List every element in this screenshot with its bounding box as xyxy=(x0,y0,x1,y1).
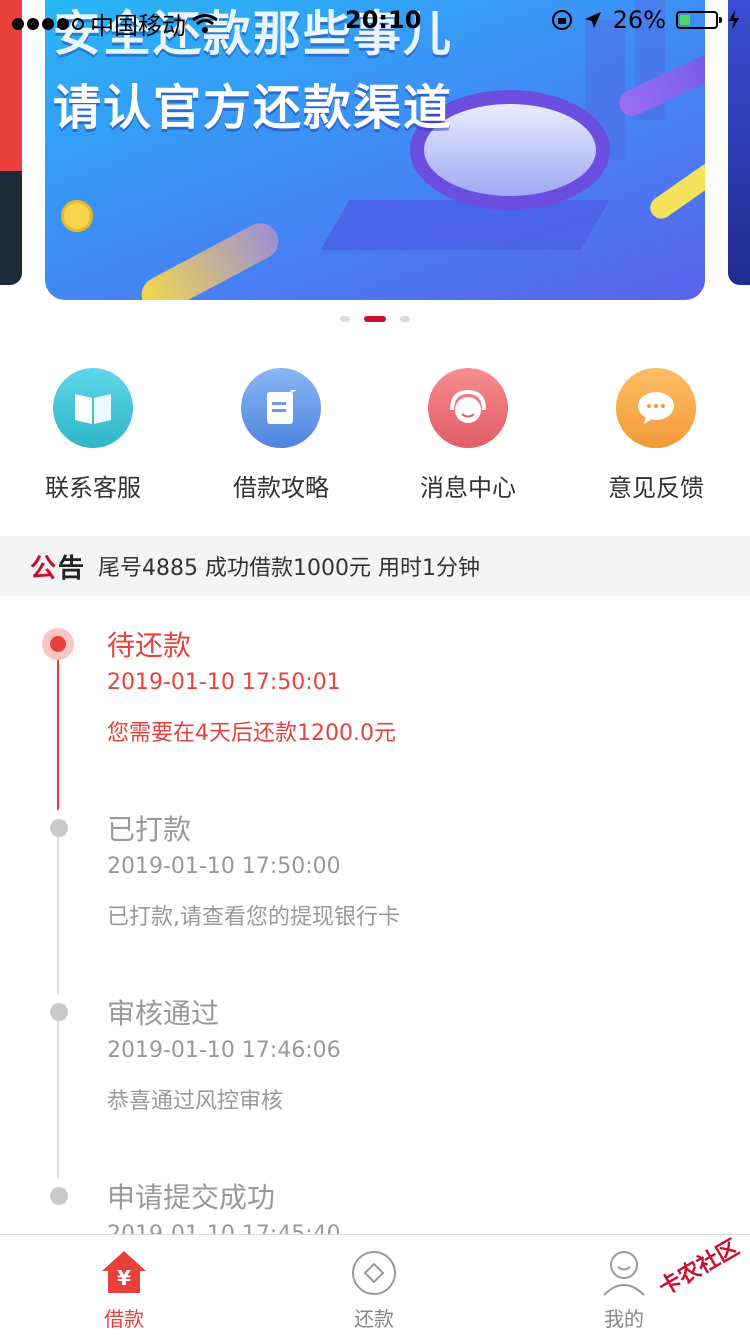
notice-bar[interactable]: 公告 尾号4885 成功借款1000元 用时1分钟 xyxy=(0,536,750,596)
timeline-desc: 恭喜通过风控审核 xyxy=(107,1089,284,1114)
battery-percent: 26% xyxy=(612,6,666,34)
status-bar: 中国移动 20:10 26% xyxy=(0,0,750,40)
book-icon xyxy=(53,368,133,448)
signal-icon xyxy=(12,17,84,30)
quick-item-label: 消息中心 xyxy=(420,474,516,502)
timeline-dot-active xyxy=(42,628,74,660)
banner-slide[interactable]: 安全还款那些事儿 请认官方还款渠道 xyxy=(45,0,705,300)
tab-label: 借款 xyxy=(104,1307,144,1331)
headset-icon xyxy=(428,368,508,448)
timeline-title: 审核通过 xyxy=(107,997,220,1030)
banner-next-peek[interactable] xyxy=(728,0,750,285)
quick-item-message-center[interactable]: 消息中心 xyxy=(393,368,543,503)
timeline-dot xyxy=(50,819,68,837)
tab-borrow[interactable]: ¥ 借款 xyxy=(64,1249,184,1332)
note-icon xyxy=(241,368,321,448)
wifi-icon xyxy=(192,13,218,33)
banner-prev-peek[interactable] xyxy=(0,0,22,285)
status-right: 26% xyxy=(551,6,740,34)
chat-icon xyxy=(616,368,696,448)
charging-icon xyxy=(729,10,739,30)
repay-diamond-icon xyxy=(350,1249,398,1297)
tab-label: 我的 xyxy=(604,1307,644,1331)
notice-tag-suffix: 告 xyxy=(58,553,87,584)
house-yen-icon: ¥ xyxy=(100,1249,148,1297)
battery-icon xyxy=(676,11,722,29)
carrier-info: 中国移动 xyxy=(12,6,218,41)
timeline-dot xyxy=(50,1187,68,1205)
svg-text:¥: ¥ xyxy=(117,1266,131,1290)
timeline-item-submitted: 申请提交成功 2019-01-10 17:45:40 xyxy=(107,1176,341,1234)
timeline-item-approved: 审核通过 2019-01-10 17:46:06 恭喜通过风控审核 xyxy=(107,992,341,1115)
timeline-title: 已打款 xyxy=(107,813,192,846)
decor-pill xyxy=(645,159,705,223)
timeline-connector xyxy=(57,836,59,994)
bottom-tab-bar: ¥ 借款 还款 我的 xyxy=(0,1234,750,1335)
pager-dot-active[interactable] xyxy=(364,316,386,322)
decor-pill xyxy=(135,216,285,300)
timeline-connector-active xyxy=(57,658,59,810)
notice-tag: 公告 xyxy=(30,548,86,585)
notice-message: 尾号4885 成功借款1000元 用时1分钟 xyxy=(98,556,480,581)
timeline-time: 2019-01-10 17:50:01 xyxy=(107,670,341,695)
timeline-title: 申请提交成功 xyxy=(107,1181,276,1214)
quick-item-label: 意见反馈 xyxy=(608,474,704,502)
carrier-name: 中国移动 xyxy=(90,12,186,40)
timeline-desc: 您需要在4天后还款1200.0元 xyxy=(107,721,396,746)
timeline-item-pending-repayment: 待还款 2019-01-10 17:50:01 您需要在4天后还款1200.0元 xyxy=(107,624,396,747)
tab-label: 还款 xyxy=(354,1307,394,1331)
user-icon xyxy=(600,1249,648,1297)
quick-item-feedback[interactable]: 意见反馈 xyxy=(581,368,731,503)
location-icon xyxy=(584,12,601,28)
banner-carousel[interactable]: 安全还款那些事儿 请认官方还款渠道 xyxy=(0,0,750,300)
timeline-connector xyxy=(57,1020,59,1178)
pager-dot[interactable] xyxy=(400,316,410,322)
quick-menu: 联系客服 借款攻略 消息中心 意见反馈 xyxy=(0,368,750,502)
quick-item-label: 联系客服 xyxy=(45,474,141,502)
loan-status-timeline: 待还款 2019-01-10 17:50:01 您需要在4天后还款1200.0元… xyxy=(0,600,750,1234)
tab-repay[interactable]: 还款 xyxy=(314,1249,434,1332)
coin-icon xyxy=(61,200,93,232)
timeline-desc: 已打款,请查看您的提现银行卡 xyxy=(107,905,400,930)
pager-dot[interactable] xyxy=(340,316,350,322)
timeline-title: 待还款 xyxy=(107,629,192,662)
rotation-lock-icon xyxy=(551,10,572,30)
status-time: 20:10 xyxy=(345,6,422,34)
timeline-item-paid-out: 已打款 2019-01-10 17:50:00 已打款,请查看您的提现银行卡 xyxy=(107,808,400,931)
quick-item-loan-guide[interactable]: 借款攻略 xyxy=(206,368,356,503)
banner-pager xyxy=(0,316,750,322)
notice-tag-prefix: 公 xyxy=(30,553,59,584)
timeline-time: 2019-01-10 17:45:40 xyxy=(107,1222,341,1234)
banner-title-line2: 请认官方还款渠道 xyxy=(53,80,454,136)
decor-platform xyxy=(320,200,610,250)
timeline-dot xyxy=(50,1003,68,1021)
quick-item-customer-service[interactable]: 联系客服 xyxy=(18,368,168,503)
timeline-time: 2019-01-10 17:46:06 xyxy=(107,1038,341,1063)
timeline-time: 2019-01-10 17:50:00 xyxy=(107,854,341,879)
quick-item-label: 借款攻略 xyxy=(233,474,329,502)
